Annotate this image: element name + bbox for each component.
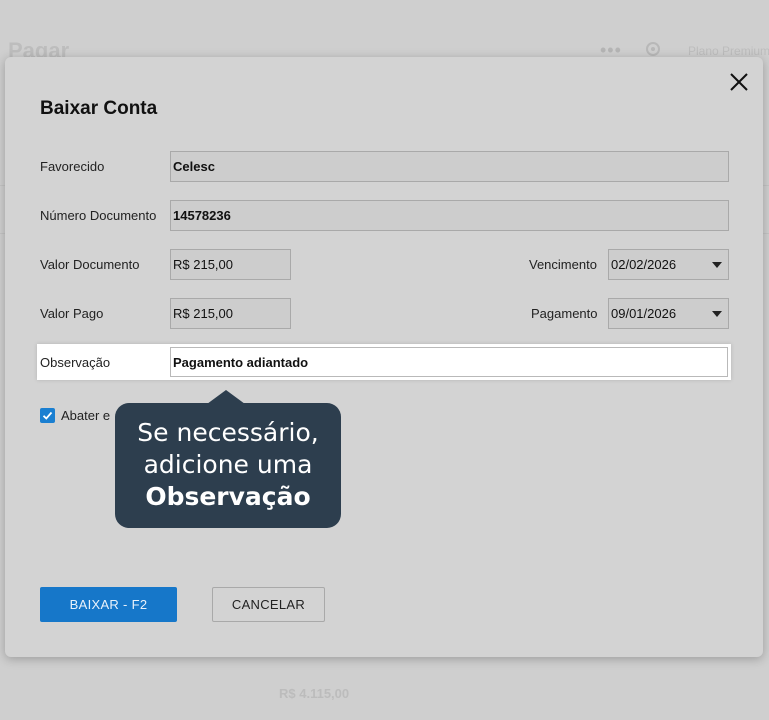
chevron-down-icon — [712, 311, 722, 317]
total-value: R$ 4.115,00 — [279, 686, 350, 701]
vencimento-select[interactable]: 02/02/2026 — [608, 249, 729, 280]
vencimento-label: Vencimento — [529, 257, 597, 272]
valor-documento-field[interactable]: R$ 215,00 — [170, 249, 291, 280]
observacao-label: Observação — [40, 355, 111, 370]
abater-checkbox[interactable] — [40, 408, 55, 423]
dialog-title: Baixar Conta — [40, 98, 158, 119]
valor-pago-label: Valor Pago — [40, 306, 104, 321]
tooltip-pointer — [207, 390, 245, 404]
cancel-button[interactable]: CANCELAR — [212, 587, 325, 622]
abater-checkbox-label: Abater e — [61, 408, 111, 423]
favorecido-field[interactable]: Celesc — [170, 151, 729, 182]
baixar-conta-dialog: Baixar Conta Favorecido Celesc Número Do… — [5, 57, 763, 657]
chevron-down-icon — [712, 262, 722, 268]
observacao-tooltip: Se necessário, adicione uma Observação — [115, 403, 341, 528]
baixar-button[interactable]: BAIXAR - F2 — [40, 587, 177, 622]
gear-icon — [646, 42, 660, 56]
pagamento-select[interactable]: 09/01/2026 — [608, 298, 729, 329]
pagamento-label: Pagamento — [531, 306, 598, 321]
plan-label: Plano Premium — [688, 44, 769, 58]
valor-documento-label: Valor Documento — [40, 257, 140, 272]
tooltip-highlight: Observação — [145, 482, 311, 511]
tooltip-line: Se necessário, — [137, 418, 319, 447]
close-icon[interactable] — [728, 71, 750, 93]
tooltip-line: adicione uma — [143, 450, 313, 479]
numero-documento-label: Número Documento — [40, 208, 157, 223]
observacao-row: Observação Pagamento adiantado — [37, 344, 731, 380]
favorecido-label: Favorecido — [40, 159, 105, 174]
valor-pago-field[interactable]: R$ 215,00 — [170, 298, 291, 329]
observacao-field[interactable]: Pagamento adiantado — [170, 347, 728, 377]
pagamento-value: 09/01/2026 — [611, 306, 677, 321]
numero-documento-field[interactable]: 14578236 — [170, 200, 729, 231]
vencimento-value: 02/02/2026 — [611, 257, 677, 272]
